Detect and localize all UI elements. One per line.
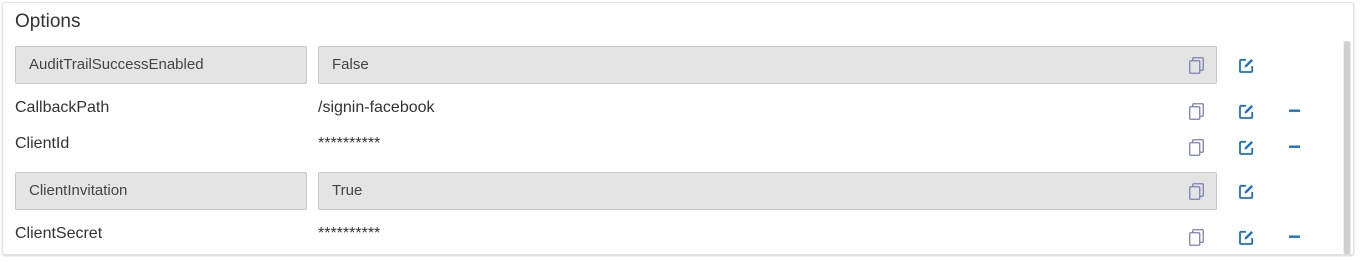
option-row-client-id: ClientId ********** — [3, 133, 1341, 159]
option-row-client-invitation: ClientInvitation True — [3, 172, 1341, 212]
minus-icon[interactable] — [1289, 235, 1300, 239]
option-value-masked: ********** — [318, 225, 381, 242]
edit-icon[interactable] — [1239, 140, 1254, 155]
vertical-scrollbar[interactable] — [1343, 41, 1351, 254]
copy-icon[interactable] — [1189, 139, 1204, 156]
scrollbar-thumb[interactable] — [1344, 41, 1350, 254]
option-row-client-secret: ClientSecret ********** — [3, 223, 1341, 249]
copy-icon[interactable] — [1189, 183, 1204, 200]
option-key: ClientId — [15, 135, 70, 152]
option-key-field[interactable]: ClientInvitation — [15, 172, 307, 210]
minus-icon[interactable] — [1289, 145, 1300, 149]
edit-icon[interactable] — [1239, 58, 1254, 73]
option-value: /signin-facebook — [318, 99, 435, 116]
options-panel: Options AuditTrailSuccessEnabled False C… — [2, 2, 1354, 255]
option-key: CallbackPath — [15, 99, 110, 116]
copy-icon[interactable] — [1189, 103, 1204, 120]
edit-icon[interactable] — [1239, 230, 1254, 245]
edit-icon[interactable] — [1239, 184, 1254, 199]
option-value-masked: ********** — [318, 135, 381, 152]
copy-icon[interactable] — [1189, 229, 1204, 246]
option-row-callback-path: CallbackPath /signin-facebook — [3, 97, 1341, 123]
edit-icon[interactable] — [1239, 104, 1254, 119]
option-key: ClientSecret — [15, 225, 103, 242]
minus-icon[interactable] — [1289, 109, 1300, 113]
option-value-field[interactable]: False — [318, 46, 1217, 84]
option-key-field[interactable]: AuditTrailSuccessEnabled — [15, 46, 307, 84]
panel-title: Options — [15, 11, 81, 32]
option-row-audit-trail-success-enabled: AuditTrailSuccessEnabled False — [3, 46, 1341, 86]
option-value-field[interactable]: True — [318, 172, 1217, 210]
copy-icon[interactable] — [1189, 57, 1204, 74]
